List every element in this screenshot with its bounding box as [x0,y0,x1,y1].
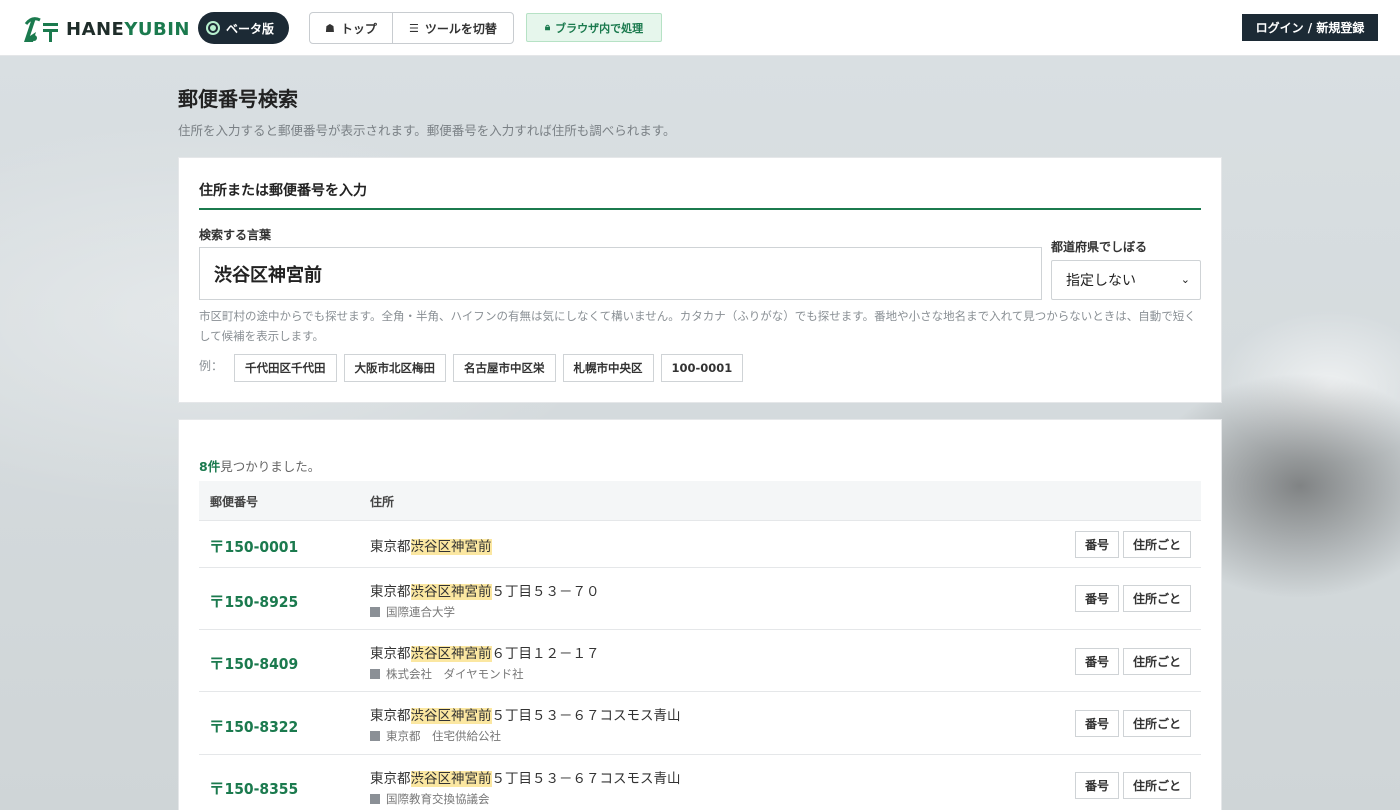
browser-processing-badge: 🔒︎ ブラウザ内で処理 [526,13,662,42]
example-chip[interactable]: 名古屋市中区栄 [453,354,556,382]
nav-tools-button[interactable]: ☰ ツールを切替 [393,13,513,43]
table-row: 〒150-8355 東京都渋谷区神宮前５丁目５３－６７コスモス青山 国際教育交換… [199,755,1201,810]
address-text: 東京都渋谷区神宮前５丁目５３－７０ [370,584,600,600]
table-row: 〒150-8925 東京都渋谷区神宮前５丁目５３－７０ 国際連合大学 番号 住所… [199,568,1201,630]
chevron-down-icon: ⌄ [1180,273,1190,286]
logo[interactable]: HANEYUBIN [22,14,190,44]
login-button[interactable]: ログイン / 新規登録 [1242,14,1378,41]
copy-number-button[interactable]: 番号 [1075,772,1119,799]
building-icon [370,669,380,679]
table-row: 〒150-8322 東京都渋谷区神宮前５丁目５３－６７コスモス青山 東京都 住宅… [199,692,1201,755]
copy-with-address-button[interactable]: 住所ごと [1123,710,1191,737]
zip-code[interactable]: 〒150-8322 [209,715,298,737]
address-text: 東京都渋谷区神宮前５丁目５３－６７コスモス青山 [370,771,681,787]
status-dot-icon [208,23,218,33]
example-chip[interactable]: 千代田区千代田 [234,354,337,382]
search-card-title: 住所または郵便番号を入力 [199,180,1201,210]
logo-wordmark: HANEYUBIN [66,18,190,40]
table-row: 〒150-8409 東京都渋谷区神宮前６丁目１２－１７ 株式会社 ダイヤモンド社… [199,630,1201,692]
nav-group: ☗ トップ ☰ ツールを切替 [309,12,514,44]
col-zip-header: 郵便番号 [210,495,259,509]
nav-top-button[interactable]: ☗ トップ [310,13,393,43]
top-header: HANEYUBIN ベータ版 ☗ トップ ☰ ツールを切替 🔒︎ ブラウザ内で処… [0,0,1400,56]
copy-with-address-button[interactable]: 住所ごと [1123,648,1191,675]
zip-code[interactable]: 〒150-8925 [209,590,298,612]
home-icon: ☗ [325,21,335,35]
results-card: 8件見つかりました。 郵便番号 住所 〒150-0001 東京都渋谷区神宮前 番… [178,419,1222,810]
example-chip[interactable]: 100-0001 [660,354,744,382]
results-table-header: 郵便番号 住所 [199,481,1201,521]
building-icon [370,607,380,617]
example-chip[interactable]: 大阪市北区梅田 [343,354,446,382]
address-text: 東京都渋谷区神宮前 [370,539,492,555]
examples-label: 例： [199,359,224,373]
table-row: 〒150-0001 東京都渋谷区神宮前 番号 住所ごと [199,521,1201,568]
col-address-header: 住所 [370,495,395,509]
search-card: 住所または郵便番号を入力 検索する言葉 渋谷区神宮前 都道府県でしぼる 指定しな… [178,157,1222,403]
menu-icon: ☰ [409,21,419,35]
keyword-input[interactable]: 渋谷区神宮前 [199,247,1042,300]
page-title: 郵便番号検索 [178,87,298,111]
prefecture-select[interactable]: 指定しない ⌄ [1051,260,1201,300]
copy-number-button[interactable]: 番号 [1075,648,1119,675]
prefecture-label: 都道府県でしぼる [1051,240,1148,254]
address-organization: 国際連合大学 [370,604,455,620]
address-text: 東京都渋谷区神宮前５丁目５３－６７コスモス青山 [370,708,681,724]
address-organization: 国際教育交換協議会 [370,791,490,807]
copy-with-address-button[interactable]: 住所ごと [1123,531,1191,558]
example-chips: 千代田区千代田 大阪市北区梅田 名古屋市中区栄 札幌市中央区 100-0001 [234,354,744,382]
search-hint: 市区町村の途中からでも探せます。全角・半角、ハイフンの有無は気にしなくて構いませ… [199,309,1196,343]
copy-number-button[interactable]: 番号 [1075,531,1119,558]
page-subtitle: 住所を入力すると郵便番号が表示されます。郵便番号を入力すれば住所も調べられます。 [178,123,676,138]
bird-logo-icon [24,17,58,42]
beta-badge: ベータ版 [198,12,289,44]
address-organization: 東京都 住宅供給公社 [370,728,501,744]
copy-with-address-button[interactable]: 住所ごと [1123,585,1191,612]
copy-number-button[interactable]: 番号 [1075,585,1119,612]
building-icon [370,731,380,741]
zip-code[interactable]: 〒150-8409 [209,652,298,674]
building-icon [370,794,380,804]
zip-code[interactable]: 〒150-0001 [209,535,298,557]
copy-number-button[interactable]: 番号 [1075,710,1119,737]
lock-icon: 🔒︎ [544,22,551,33]
example-chip[interactable]: 札幌市中央区 [562,354,654,382]
keyword-label: 検索する言葉 [199,228,272,242]
copy-with-address-button[interactable]: 住所ごと [1123,772,1191,799]
zip-code[interactable]: 〒150-8355 [209,777,298,799]
address-text: 東京都渋谷区神宮前６丁目１２－１７ [370,646,600,662]
address-organization: 株式会社 ダイヤモンド社 [370,666,524,682]
result-count: 8件見つかりました。 [199,459,321,474]
